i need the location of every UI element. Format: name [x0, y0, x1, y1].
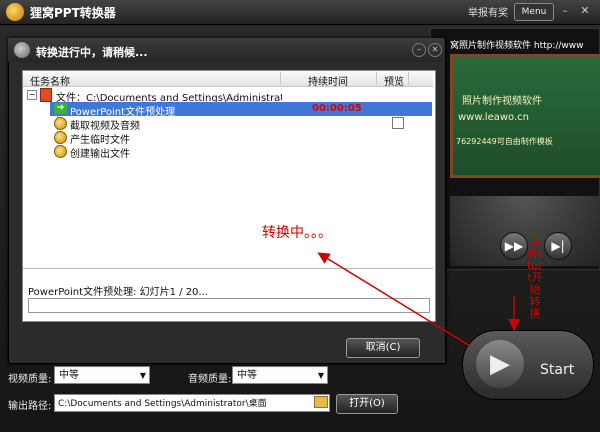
annotation-arrows	[317, 252, 520, 347]
annotation-arrow-converting	[317, 252, 471, 347]
annotation-click-start: 点击start开始转换	[526, 235, 544, 320]
